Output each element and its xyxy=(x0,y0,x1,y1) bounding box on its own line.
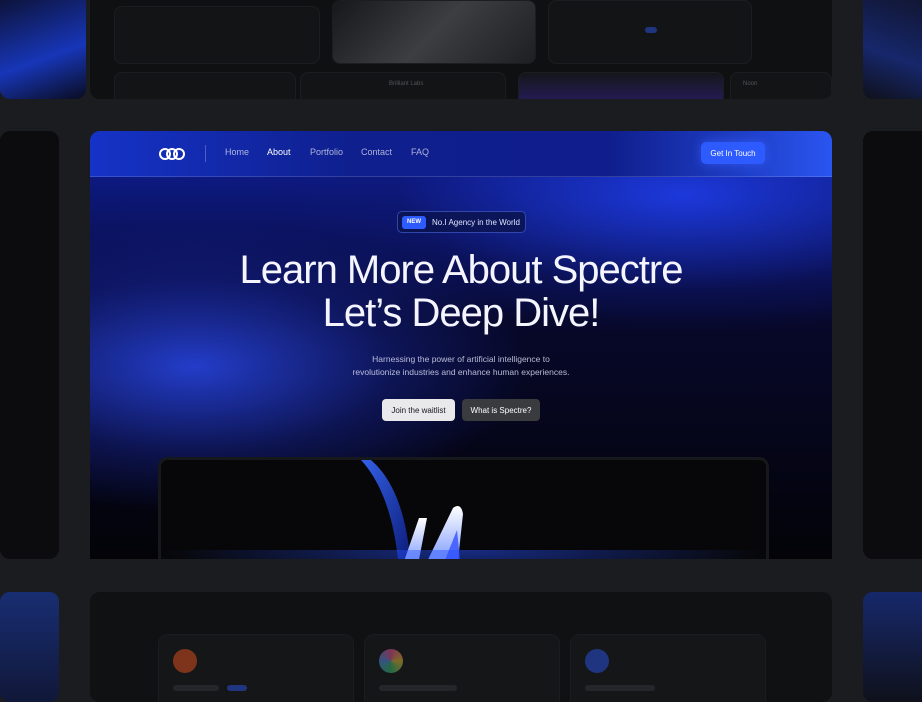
mini-nav-card xyxy=(114,72,296,99)
brilliant-labs-label: Brilliant Labs xyxy=(389,81,424,87)
nav-faq[interactable]: FAQ xyxy=(411,147,429,157)
feature-card xyxy=(570,634,766,702)
feature-card xyxy=(364,634,560,702)
nav-contact[interactable]: Contact xyxy=(361,147,392,157)
navbar: Home About Portfolio Contact FAQ Get In … xyxy=(90,131,832,177)
abstract-logo-graphic xyxy=(361,460,463,559)
announcement-badge[interactable]: NEW No.I Agency in the World xyxy=(397,211,526,233)
headline-line-1: Learn More About Spectre xyxy=(239,248,684,292)
noon-label: Noon xyxy=(743,81,758,87)
hero-headline: Learn More About Spectre Let’s Deep Dive… xyxy=(90,249,832,335)
get-in-touch-button[interactable]: Get In Touch xyxy=(701,142,765,164)
mini-cta-card xyxy=(548,0,752,64)
badge-text: No.I Agency in the World xyxy=(432,217,520,227)
nav-about[interactable]: About xyxy=(267,147,291,157)
mini-brilliant-card: Brilliant Labs xyxy=(300,72,506,99)
nav-portfolio[interactable]: Portfolio xyxy=(310,147,343,157)
new-pill: NEW xyxy=(402,215,426,229)
card-avatar-icon xyxy=(379,649,403,673)
feature-card xyxy=(158,634,354,702)
top-gallery-tile: Brilliant Labs Noon xyxy=(90,0,832,99)
headline-line-2: Let’s Deep Dive! xyxy=(322,291,601,335)
mini-purple-card xyxy=(518,72,724,99)
bottom-left-tile xyxy=(0,592,59,702)
nav-home[interactable]: Home xyxy=(225,147,249,157)
mini-noon-card: Noon xyxy=(730,72,832,99)
join-waitlist-button[interactable]: Join the waitlist xyxy=(382,399,455,421)
subtitle-line-1: Harnessing the power of artificial intel… xyxy=(372,354,550,364)
card-avatar-icon xyxy=(173,649,197,673)
what-is-spectre-button[interactable]: What is Spectre? xyxy=(462,399,540,421)
right-side-tile xyxy=(863,131,922,559)
mini-text-card xyxy=(114,6,320,64)
left-side-tile xyxy=(0,131,59,559)
card-avatar-icon xyxy=(585,649,609,673)
nav-divider xyxy=(205,145,206,162)
mini-car-card xyxy=(332,0,536,64)
product-preview xyxy=(158,457,769,559)
infinity-logo-icon[interactable] xyxy=(158,147,186,161)
bottom-cards-tile xyxy=(90,592,832,702)
subtitle-line-2: revolutionize industries and enhance hum… xyxy=(352,367,570,377)
bottom-right-tile xyxy=(863,592,922,702)
hero-section: Home About Portfolio Contact FAQ Get In … xyxy=(90,131,832,559)
top-right-tile xyxy=(863,0,922,99)
top-left-tile xyxy=(0,0,86,99)
hero-subtitle: Harnessing the power of artificial intel… xyxy=(90,353,832,379)
